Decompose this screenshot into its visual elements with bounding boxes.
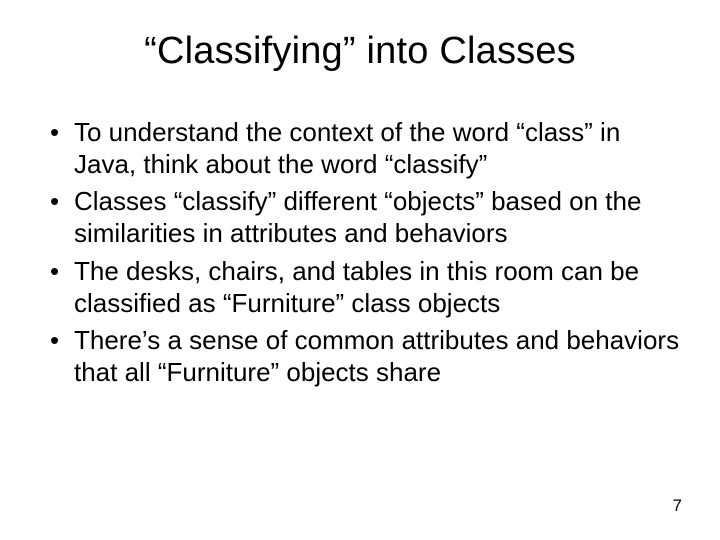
list-item: There’s a sense of common attributes and… xyxy=(50,325,684,388)
slide: “Classifying” into Classes To understand… xyxy=(0,0,720,540)
list-item: Classes “classify” different “objects” b… xyxy=(50,186,684,249)
slide-title: “Classifying” into Classes xyxy=(30,30,690,73)
bullet-list: To understand the context of the word “c… xyxy=(30,117,690,389)
list-item: The desks, chairs, and tables in this ro… xyxy=(50,256,684,319)
list-item: To understand the context of the word “c… xyxy=(50,117,684,180)
page-number: 7 xyxy=(673,496,682,516)
